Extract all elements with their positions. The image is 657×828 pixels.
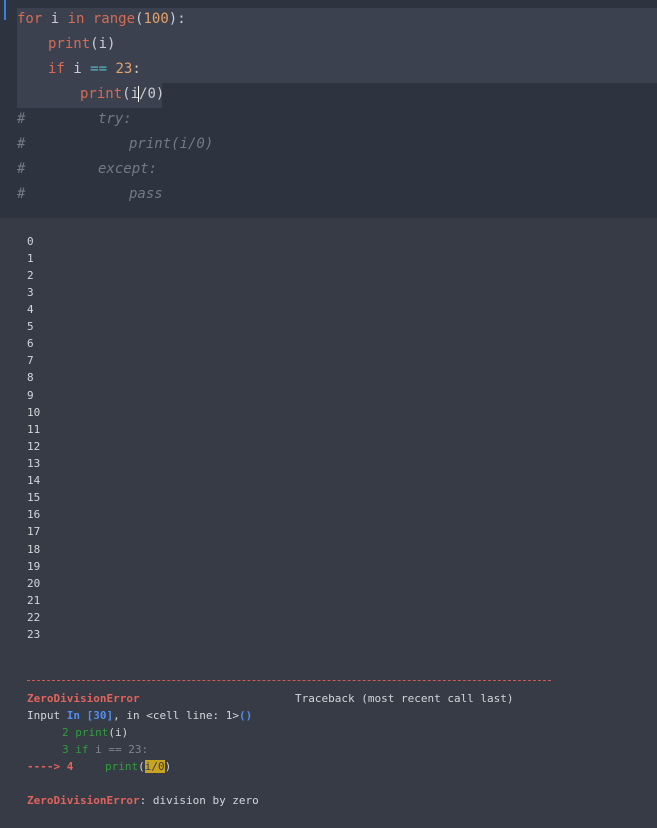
code-line-2[interactable]: print(i) [48,32,115,57]
comment-line-except[interactable]: # except: [17,157,157,182]
output-line: 16 [27,508,41,521]
code-line-1[interactable]: for i in range(100): [17,7,186,32]
output-line: 22 [27,611,41,624]
error-highlight: i/0 [144,760,165,773]
traceback-header: ZeroDivisionError Traceback (most recent … [27,692,514,705]
comment-line-print[interactable]: # print(i/0) [17,132,213,157]
output-line: 2 [27,269,34,282]
traceback-divider [27,680,551,681]
output-line: 17 [27,525,41,538]
comment-line-pass[interactable]: # pass [17,182,163,207]
output-line: 7 [27,354,34,367]
comment-line-try[interactable]: # try: [17,107,132,132]
traceback-input-line: Input In [30], in <cell line: 1>() [27,709,253,722]
error-message: ZeroDivisionError: division by zero [27,794,259,807]
output-line: 15 [27,491,41,504]
cell-active-marker [4,0,6,20]
output-line: 13 [27,457,41,470]
output-line: 10 [27,406,41,419]
output-line: 14 [27,474,41,487]
output-line: 5 [27,320,34,333]
output-line: 9 [27,389,34,402]
output-line: 21 [27,594,41,607]
output-line: 8 [27,371,34,384]
output-line: 6 [27,337,34,350]
traceback-line-2: 2 print(i) [62,726,129,739]
output-line: 3 [27,286,34,299]
traceback-line-3: 3 if i == 23: [62,743,149,756]
code-line-3[interactable]: if i == 23: [48,57,141,82]
traceback-line-4: ----> 4 print(i/0) [27,760,172,773]
output-line: 20 [27,577,41,590]
output-line: 0 [27,235,34,248]
output-line: 18 [27,543,41,556]
code-line-4[interactable]: print(i/0) [80,82,164,107]
output-line: 12 [27,440,41,453]
output-line: 4 [27,303,34,316]
output-line: 19 [27,560,41,573]
notebook: for i in range(100): print(i) if i == 23… [0,0,657,828]
output-line: 1 [27,252,34,265]
output-line: 11 [27,423,41,436]
code-cell[interactable]: for i in range(100): print(i) if i == 23… [0,0,657,218]
output-line: 23 [27,628,41,641]
